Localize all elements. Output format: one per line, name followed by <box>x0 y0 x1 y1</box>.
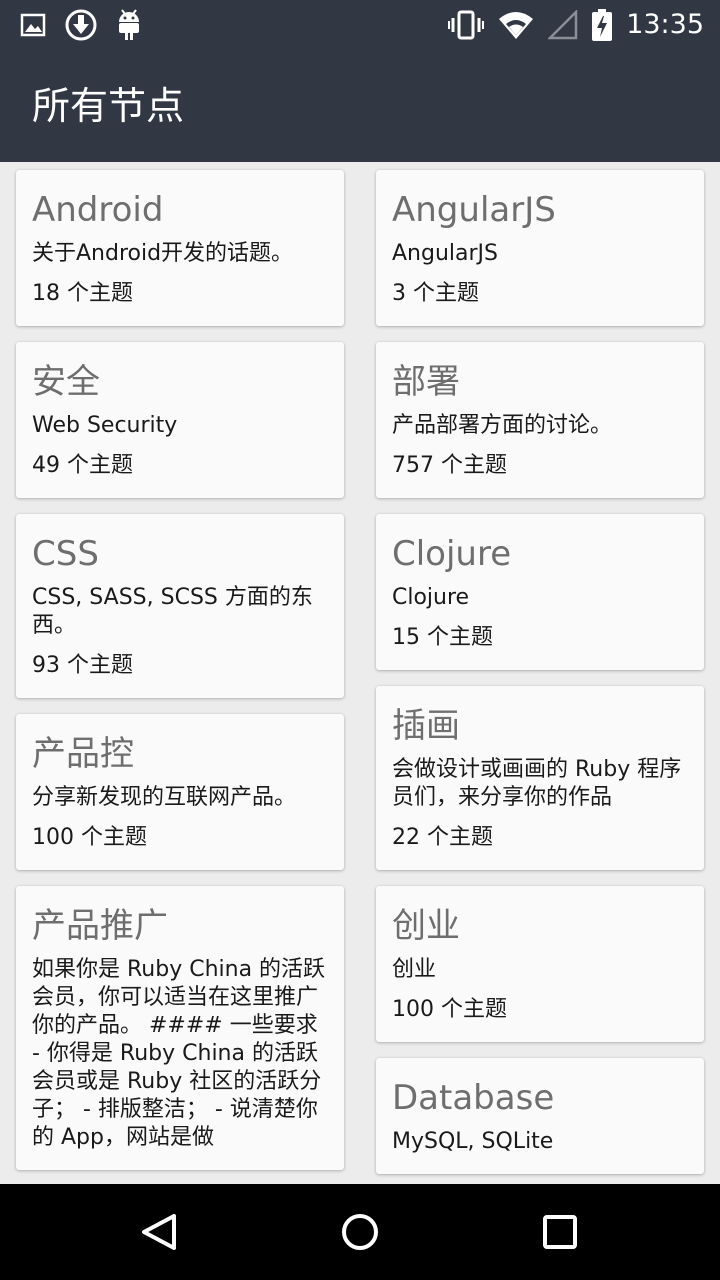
node-topic-count: 49 个主题 <box>32 453 133 478</box>
node-description: 产品部署方面的讨论。 <box>392 413 613 438</box>
node-description: MySQL, SQLite <box>392 1129 554 1154</box>
navigation-bar <box>0 1184 720 1280</box>
node-description: 会做设计或画画的 Ruby 程序员们，来分享你的作品 <box>392 757 682 810</box>
node-topic-count: 757 个主题 <box>392 453 507 478</box>
status-time: 13:35 <box>626 9 704 40</box>
node-card-product[interactable]: 产品控 分享新发现的互联网产品。 100 个主题 <box>16 714 344 870</box>
home-icon[interactable] <box>336 1208 384 1256</box>
node-topic-count: 100 个主题 <box>32 825 147 850</box>
node-description: Web Security <box>32 413 178 438</box>
status-bar: 13:35 <box>0 0 720 50</box>
node-card-database[interactable]: Database MySQL, SQLite <box>376 1058 704 1174</box>
node-card-startup[interactable]: 创业 创业 100 个主题 <box>376 886 704 1042</box>
node-topic-count: 18 个主题 <box>32 281 133 306</box>
node-title: 产品推广 <box>32 906 168 946</box>
node-title: AngularJS <box>392 190 556 230</box>
battery-charging-icon <box>592 9 613 41</box>
node-title: Android <box>32 190 164 230</box>
node-title: Clojure <box>392 534 512 574</box>
signal-icon <box>548 10 578 40</box>
node-title: 部署 <box>392 362 460 402</box>
node-card-promotion[interactable]: 产品推广 如果你是 Ruby China 的活跃会员，你可以适当在这里推广你的产… <box>16 886 344 1170</box>
node-description: 关于Android开发的话题。 <box>32 241 294 266</box>
node-topic-count: 93 个主题 <box>32 653 133 678</box>
vibrate-icon <box>448 10 485 40</box>
node-title: 安全 <box>32 362 100 402</box>
download-icon <box>65 9 97 41</box>
node-topic-count: 15 个主题 <box>392 625 493 650</box>
android-icon <box>119 9 139 40</box>
node-card-deploy[interactable]: 部署 产品部署方面的讨论。 757 个主题 <box>376 342 704 498</box>
node-topic-count: 3 个主题 <box>392 281 479 306</box>
page-title: 所有节点 <box>32 84 185 128</box>
node-title: 产品控 <box>32 734 134 774</box>
node-title: CSS <box>32 534 99 574</box>
node-card-security[interactable]: 安全 Web Security 49 个主题 <box>16 342 344 498</box>
node-card-angularjs[interactable]: AngularJS AngularJS 3 个主题 <box>376 170 704 326</box>
node-description: CSS, SASS, SCSS 方面的东西。 <box>32 585 313 638</box>
node-description: 如果你是 Ruby China 的活跃会员，你可以适当在这里推广你的产品。 ##… <box>32 957 326 1150</box>
nodes-column-left: Android 关于Android开发的话题。 18 个主题 安全 Web Se… <box>16 170 344 1170</box>
app-bar: 所有节点 <box>0 50 720 162</box>
back-icon[interactable] <box>136 1208 184 1256</box>
node-topic-count: 100 个主题 <box>392 997 507 1022</box>
node-card-clojure[interactable]: Clojure Clojure 15 个主题 <box>376 514 704 670</box>
node-card-android[interactable]: Android 关于Android开发的话题。 18 个主题 <box>16 170 344 326</box>
node-description: Clojure <box>392 585 470 610</box>
node-title: 创业 <box>392 906 460 946</box>
recents-icon[interactable] <box>536 1208 584 1256</box>
node-card-css[interactable]: CSS CSS, SASS, SCSS 方面的东西。 93 个主题 <box>16 514 344 698</box>
nodes-column-right: AngularJS AngularJS 3 个主题 部署 产品部署方面的讨论。 … <box>376 170 704 1174</box>
nodes-list[interactable]: Android 关于Android开发的话题。 18 个主题 安全 Web Se… <box>0 162 720 1184</box>
node-card-illustration[interactable]: 插画 会做设计或画画的 Ruby 程序员们，来分享你的作品 22 个主题 <box>376 686 704 870</box>
wifi-icon <box>499 12 534 39</box>
node-description: 分享新发现的互联网产品。 <box>32 785 297 810</box>
node-description: 创业 <box>392 957 437 982</box>
node-title: Database <box>392 1078 555 1118</box>
node-title: 插画 <box>392 706 460 746</box>
image-icon <box>20 13 46 37</box>
node-topic-count: 22 个主题 <box>392 825 493 850</box>
node-description: AngularJS <box>392 241 498 266</box>
